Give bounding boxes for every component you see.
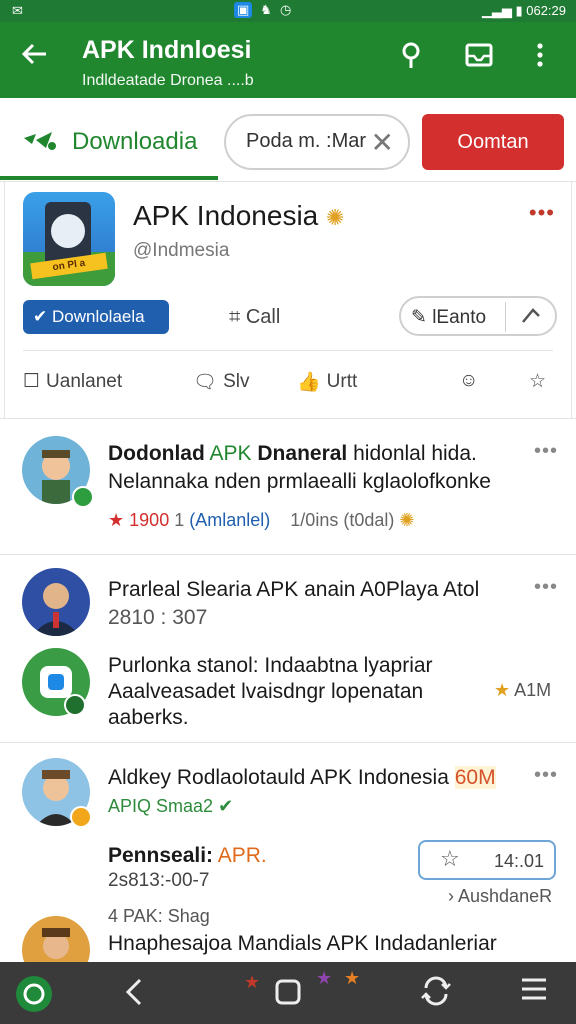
post-body-line: Purlonka stanol: Indaabtna lyapriar bbox=[108, 654, 433, 677]
clock: 062:29 bbox=[526, 3, 566, 18]
post-body-line: Aaalveasadet lvaisdngr lopenatan bbox=[108, 680, 424, 703]
time-pill[interactable]: ☆ 14:.01 bbox=[418, 840, 556, 880]
assistant-icon[interactable] bbox=[14, 974, 54, 1019]
post-body-line: aaberks. bbox=[108, 706, 189, 729]
verified-check-icon: ✔ bbox=[218, 796, 234, 816]
post-item[interactable]: Dodonlad APK Dnaneral hidonlal hida. Nel… bbox=[0, 420, 576, 552]
post-meta: 2810 : 307 bbox=[108, 606, 208, 629]
search-input[interactable] bbox=[246, 130, 374, 153]
chevron-right-icon: › bbox=[448, 886, 454, 906]
post-stats: ★ 1900 1 (Amlanlel) 1/0ins (t0dal) ✺ bbox=[108, 510, 415, 530]
action-like[interactable]: 👍 Urtt bbox=[297, 370, 357, 394]
action-comment[interactable]: 🗨 Slv bbox=[193, 370, 250, 394]
profile-handle: @Indmesia bbox=[133, 240, 230, 261]
post-tag: 4 PAK: Shag bbox=[108, 906, 210, 926]
signal-icon: ▁▃▅ bbox=[481, 3, 512, 18]
post-title: Hnaphesajoa Mandials APK Indadanleriar bbox=[108, 932, 497, 955]
call-icon: ⌗ bbox=[229, 306, 241, 328]
post-rating: ★ A1M bbox=[494, 680, 552, 700]
check-icon: ✔ bbox=[33, 307, 48, 326]
location-pin-icon[interactable] bbox=[396, 40, 426, 70]
star-icon: ★ bbox=[494, 680, 511, 700]
online-badge bbox=[72, 486, 94, 508]
profile-card: on Pl a APK Indonesia ✺ @Indmesia ••• ✔ … bbox=[4, 182, 572, 418]
avatar bbox=[22, 568, 90, 636]
post-more-icon[interactable]: ••• bbox=[534, 440, 558, 463]
action-save-label: Uanlanet bbox=[46, 370, 123, 392]
edit-label: lEanto bbox=[432, 307, 487, 328]
app-bar-title: APK Indnloesi bbox=[82, 36, 252, 64]
emoji-badge-icon: ✺ bbox=[399, 510, 415, 530]
post-title: Prarleal Slearia APK anain A0Playa Atol bbox=[108, 578, 480, 601]
star-outline-icon: ☆ bbox=[440, 846, 460, 871]
profile-name: APK Indonesia bbox=[133, 200, 319, 231]
thumbs-up-icon: 👍 bbox=[297, 372, 321, 393]
post-body: Nelannaka nden prmlaealli kglaolofkonke bbox=[108, 470, 491, 493]
edit-button[interactable]: ✎ lEanto bbox=[411, 306, 486, 329]
share-icon[interactable] bbox=[519, 304, 543, 333]
search-field[interactable]: ✕ bbox=[224, 114, 410, 170]
action-like-label: Urtt bbox=[326, 371, 358, 392]
emoji-icon[interactable]: ☺ bbox=[459, 370, 478, 392]
comment-icon: 🗨 bbox=[193, 372, 218, 393]
app-logo: on Pl a bbox=[23, 192, 115, 286]
back-arrow-icon[interactable] bbox=[20, 40, 48, 74]
post-subtitle: APIQ Smaa2 ✔ bbox=[108, 796, 234, 816]
post-more-icon[interactable]: ••• bbox=[534, 576, 558, 599]
notification-icon: ✉ bbox=[12, 3, 23, 18]
gold-badge bbox=[70, 806, 92, 828]
tab-downloads-label: Downloadia bbox=[72, 128, 198, 155]
leaf-icon bbox=[22, 128, 60, 159]
verified-badge bbox=[64, 694, 86, 716]
orange-star-icon: ★ bbox=[344, 968, 361, 988]
download-button[interactable]: ✔ Downlolaela bbox=[23, 300, 169, 334]
post-title-tag: 60M bbox=[454, 766, 496, 789]
post-meta: 2s813:-00-7 bbox=[108, 870, 210, 891]
edit-icon: ✎ bbox=[411, 307, 427, 328]
primary-action-button[interactable]: Oomtan bbox=[422, 114, 564, 170]
red-star-icon: ★ bbox=[244, 972, 261, 992]
edit-share-group: ✎ lEanto bbox=[399, 296, 557, 336]
post-item[interactable]: 4 PAK: Shag Hnaphesajoa Mandials APK Ind… bbox=[0, 904, 576, 984]
tab-downloads[interactable]: Downloadia bbox=[0, 98, 218, 180]
time-pill-value: 14:.01 bbox=[494, 851, 545, 871]
status-bar: ✉ ▣ ♞ ◷ ▁▃▅ ▮ 062:29 bbox=[0, 0, 576, 22]
call-button[interactable]: ⌗ Call bbox=[229, 306, 280, 329]
battery-icon: ▮ bbox=[515, 3, 523, 18]
post-title: Aldkey Rodlaolotauld APK Indonesia 60M bbox=[108, 766, 496, 789]
clear-icon[interactable]: ✕ bbox=[371, 126, 394, 159]
overflow-menu-icon[interactable] bbox=[530, 40, 560, 70]
download-button-label: Downlolaela bbox=[51, 307, 145, 326]
post-label: Pennseali: APR. bbox=[108, 844, 267, 867]
home-icon[interactable] bbox=[274, 978, 302, 1011]
action-save[interactable]: ☐ Uanlanet bbox=[23, 370, 122, 393]
app-bar-subtitle: Indldeatade Dronea ....b bbox=[82, 72, 254, 89]
purple-star-icon: ★ bbox=[316, 968, 333, 988]
post-title: Dodonlad APK Dnaneral hidonlal hida. bbox=[108, 442, 477, 465]
post-more-icon[interactable]: ••• bbox=[534, 764, 558, 787]
post-item[interactable]: Prarleal Slearia APK anain A0Playa Atol … bbox=[0, 556, 576, 742]
post-item[interactable]: Aldkey Rodlaolotauld APK Indonesia 60M A… bbox=[0, 744, 576, 906]
checkbox-icon: ☐ bbox=[23, 371, 41, 392]
bottom-nav-bar: ★ ★ ★ bbox=[0, 962, 576, 1024]
alarm-icon: ◷ bbox=[279, 2, 292, 17]
action-row: ☐ Uanlanet 🗨 Slv 👍 Urtt ☺ ☆ bbox=[5, 368, 571, 398]
call-label: Call bbox=[245, 306, 281, 328]
star-icon[interactable]: ☆ bbox=[529, 370, 546, 393]
nav-back-icon[interactable] bbox=[124, 978, 144, 1011]
recents-icon[interactable] bbox=[420, 976, 452, 1011]
toolbar-row: Downloadia ✕ Oomtan bbox=[0, 98, 576, 182]
app-notify-icon: ▣ bbox=[234, 2, 253, 18]
sun-badge-icon: ✺ bbox=[326, 205, 345, 230]
mail-icon[interactable] bbox=[464, 40, 494, 70]
red-star-icon: ★ bbox=[108, 510, 125, 530]
post-link[interactable]: (Amlanlel) bbox=[189, 510, 270, 530]
menu-icon[interactable] bbox=[520, 974, 548, 1009]
more-options-icon[interactable]: ••• bbox=[529, 200, 555, 226]
person-icon: ♞ bbox=[260, 2, 272, 17]
action-comment-label: Slv bbox=[223, 371, 250, 392]
app-bar: APK Indnloesi Indldeatade Dronea ....b bbox=[0, 22, 576, 98]
